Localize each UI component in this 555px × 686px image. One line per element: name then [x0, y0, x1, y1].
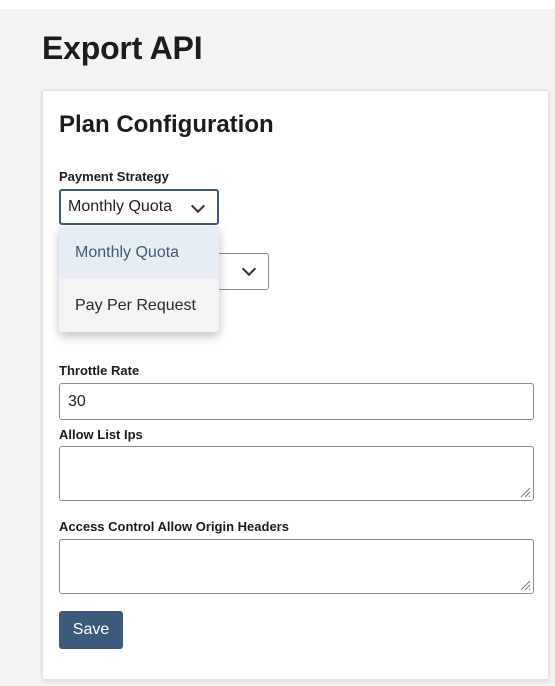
resize-grip-icon[interactable]: [519, 486, 531, 498]
payment-strategy-dropdown: Monthly Quota Pay Per Request: [59, 226, 219, 332]
throttle-rate-value: 30: [68, 392, 86, 410]
throttle-rate-label: Throttle Rate: [59, 363, 140, 378]
allow-list-ips-textarea[interactable]: [59, 446, 534, 501]
resize-grip-icon[interactable]: [519, 579, 531, 591]
top-strip: [0, 0, 555, 9]
payment-strategy-select[interactable]: Monthly Quota: [59, 189, 219, 225]
chevron-down-icon: [190, 198, 206, 214]
payment-strategy-value: Monthly Quota: [68, 198, 173, 215]
payment-strategy-label: Payment Strategy: [59, 169, 169, 184]
page-title: Export API: [42, 30, 203, 66]
throttle-rate-input[interactable]: 30: [59, 383, 534, 420]
plan-card: Plan Configuration Payment Strategy Mont…: [42, 90, 549, 680]
section-title: Plan Configuration: [59, 111, 274, 138]
chevron-down-icon: [241, 261, 257, 277]
save-button[interactable]: Save: [59, 611, 123, 649]
access-control-textarea[interactable]: [59, 539, 534, 594]
access-control-label: Access Control Allow Origin Headers: [59, 519, 289, 534]
allow-list-ips-label: Allow List Ips: [59, 427, 143, 442]
dropdown-option-monthly-quota[interactable]: Monthly Quota: [59, 226, 219, 279]
dropdown-option-pay-per-request[interactable]: Pay Per Request: [59, 279, 219, 332]
